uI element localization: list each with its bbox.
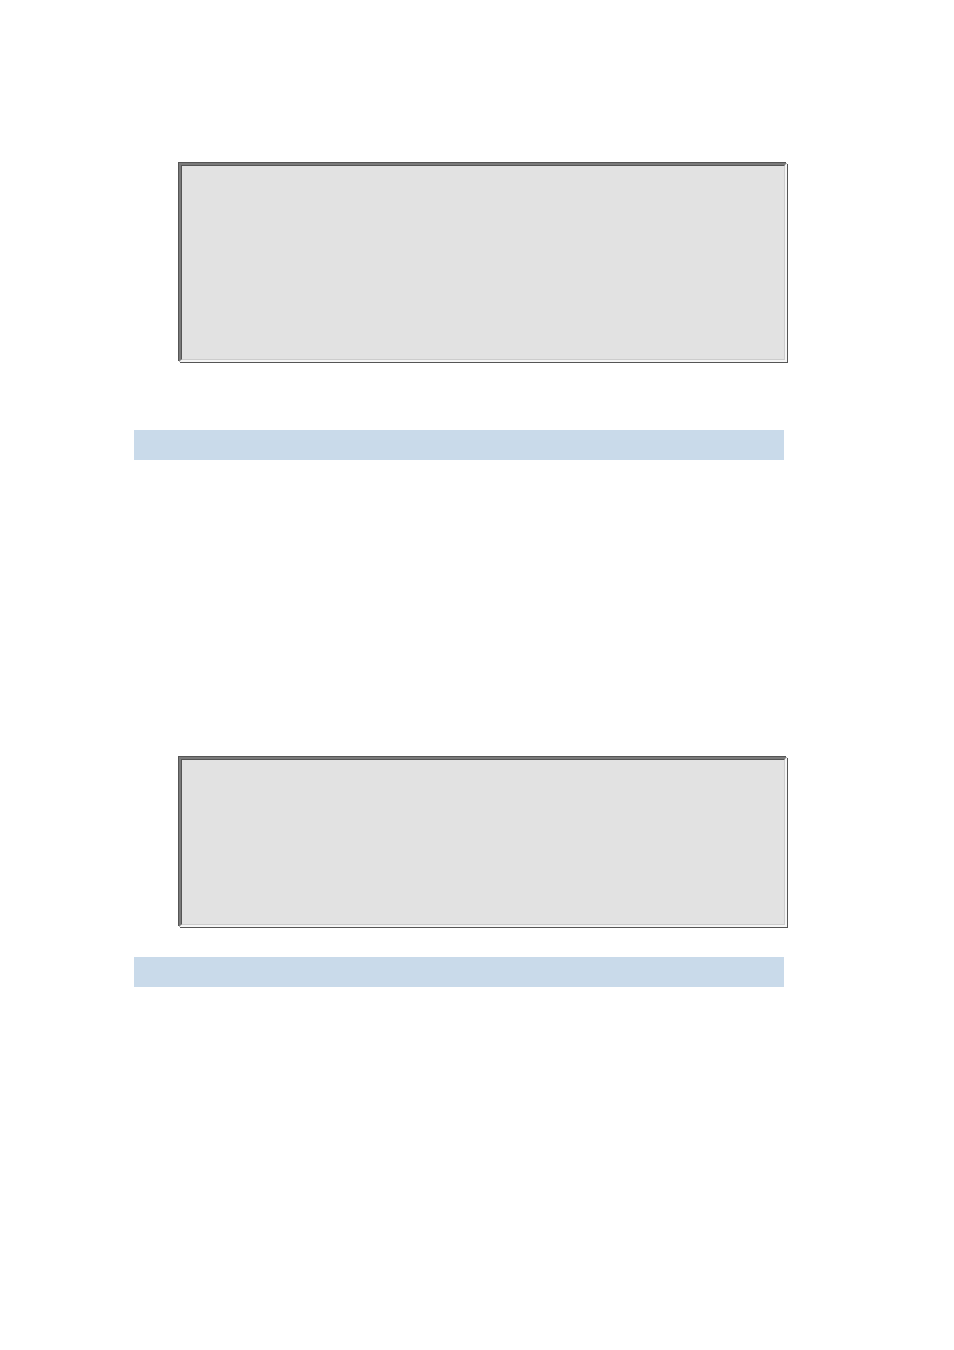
- figure-placeholder-2: [179, 757, 787, 927]
- highlight-strip-1: [134, 430, 784, 460]
- highlight-strip-2: [134, 957, 784, 987]
- figure-placeholder-1: [179, 163, 787, 362]
- document-page: [0, 0, 954, 1350]
